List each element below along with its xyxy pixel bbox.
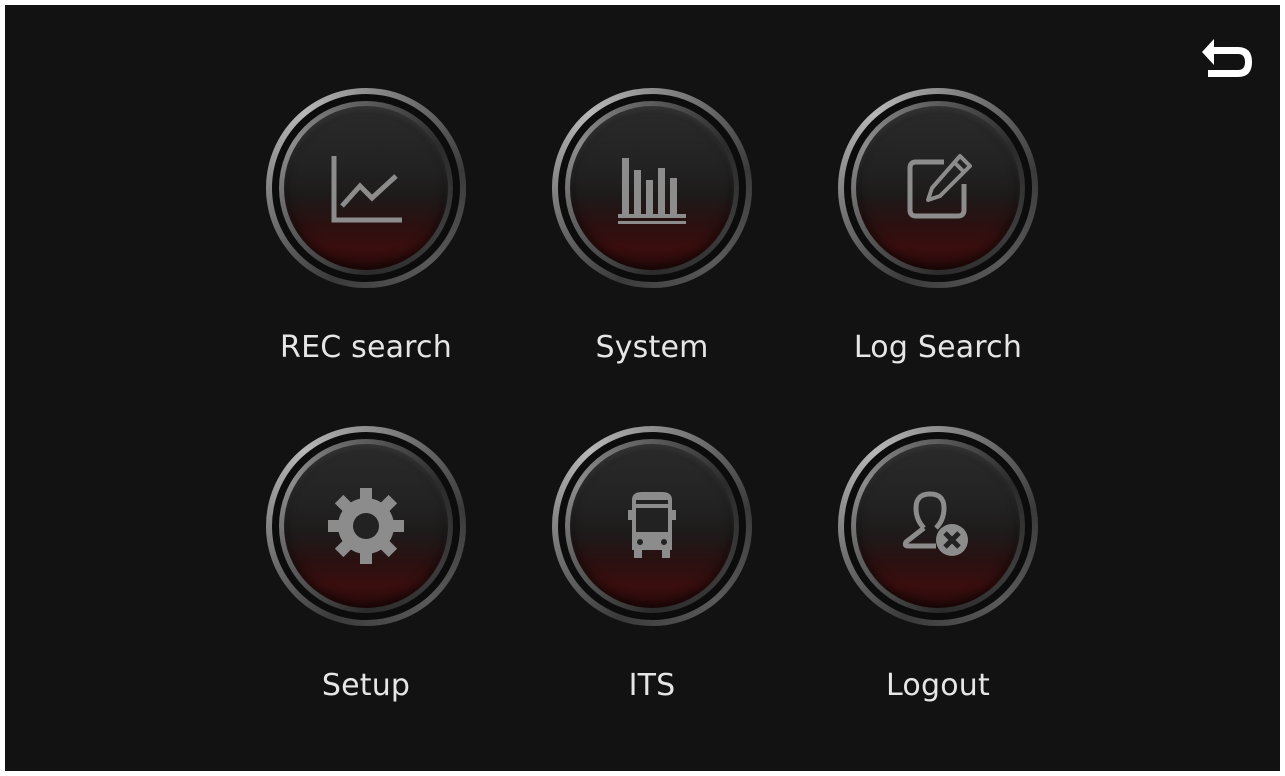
its-ring <box>552 426 752 626</box>
log-search-button[interactable]: Log Search <box>798 88 1078 408</box>
its-button[interactable]: ITS <box>512 426 792 746</box>
rec-search-button[interactable]: REC search <box>226 88 506 408</box>
rec-search-label: REC search <box>280 330 452 365</box>
system-label: System <box>595 330 709 365</box>
setup-button[interactable]: Setup <box>226 426 506 746</box>
setup-label: Setup <box>321 668 411 703</box>
line-chart-icon <box>331 156 402 223</box>
system-ring <box>552 88 752 288</box>
rec-search-ring <box>266 88 466 288</box>
system-button[interactable]: System <box>512 88 792 408</box>
setup-ring <box>266 426 466 626</box>
back-button[interactable] <box>1198 31 1260 87</box>
main-menu-screen: REC search System Log Search Setup ITS L… <box>5 5 1280 771</box>
back-arrow-icon <box>1202 39 1252 77</box>
gear-icon <box>328 488 404 564</box>
edit-pencil-icon <box>907 154 972 219</box>
bar-chart-icon <box>618 158 686 224</box>
its-label: ITS <box>628 668 676 703</box>
log-search-label: Log Search <box>853 330 1023 365</box>
logout-label: Logout <box>886 668 990 703</box>
logout-button[interactable]: Logout <box>798 426 1078 746</box>
user-remove-icon <box>902 491 968 556</box>
logout-ring <box>838 426 1038 626</box>
bus-icon <box>628 492 676 558</box>
log-search-ring <box>838 88 1038 288</box>
